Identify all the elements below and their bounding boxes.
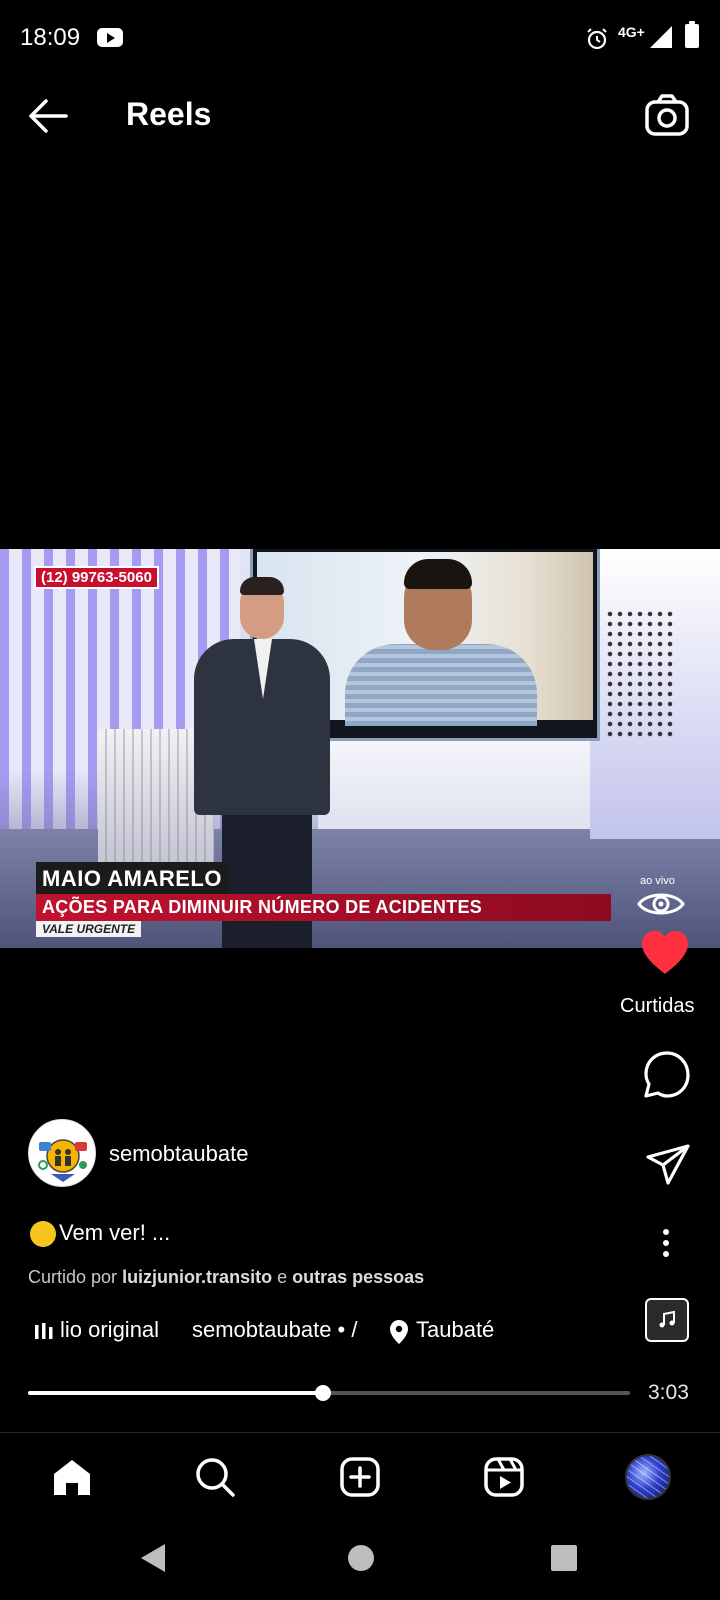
playback-scrubber-handle[interactable] (314, 1385, 331, 1401)
youtube-icon (97, 28, 123, 47)
likes-label[interactable]: Curtidas (620, 995, 694, 1018)
nav-profile[interactable] (624, 1453, 672, 1501)
semob-logo-icon (38, 1139, 87, 1182)
liked-by-user[interactable]: luizjunior.transito (122, 1267, 272, 1287)
network-label: 4G+ (618, 24, 645, 40)
comment-icon[interactable] (642, 1050, 692, 1100)
share-icon[interactable] (645, 1143, 691, 1187)
top-bar: Reels (0, 76, 720, 156)
news-headline: MAIO AMARELO (36, 862, 228, 896)
nav-reels[interactable] (480, 1453, 528, 1501)
author-username[interactable]: semobtaubate (109, 1141, 248, 1167)
liked-by-line[interactable]: Curtido por luizjunior.transito e outras… (28, 1267, 424, 1288)
search-icon (196, 1458, 235, 1497)
reel-video[interactable]: (12) 99763-5060 MAIO AMARELO AÇÕES PARA … (0, 549, 720, 948)
system-back-icon[interactable] (141, 1544, 165, 1572)
nav-create[interactable] (336, 1453, 384, 1501)
author-avatar[interactable] (28, 1119, 96, 1187)
post-caption[interactable]: Vem ver! ... (59, 1220, 170, 1246)
home-icon (54, 1460, 90, 1495)
nav-home[interactable] (48, 1453, 96, 1501)
nav-search[interactable] (191, 1453, 239, 1501)
signal-icon (650, 26, 672, 48)
status-time: 18:09 (20, 24, 81, 51)
guest-body (345, 644, 537, 726)
system-nav-bar (0, 1518, 720, 1600)
guest-hair (404, 559, 472, 589)
news-subline: AÇÕES PARA DIMINUIR NÚMERO DE ACIDENTES (36, 894, 611, 921)
audio-artist[interactable]: semobtaubate • / (192, 1317, 357, 1343)
liked-by-others[interactable]: outras pessoas (292, 1267, 424, 1287)
page-title: Reels (126, 96, 212, 132)
more-options-icon[interactable] (660, 1228, 672, 1258)
alarm-icon (587, 28, 607, 50)
music-note-icon (659, 1310, 675, 1328)
audio-bars-icon (35, 1323, 53, 1339)
liked-by-prefix: Curtido por (28, 1267, 118, 1287)
bottom-nav (0, 1432, 720, 1518)
dot-panel (605, 609, 675, 739)
back-arrow-icon[interactable] (26, 96, 70, 136)
reels-icon (484, 1457, 524, 1497)
broadcaster-eye-icon (637, 893, 685, 915)
host-legs (222, 811, 312, 948)
yellow-circle-emoji (30, 1221, 56, 1247)
live-label: ao vivo (640, 875, 675, 887)
battery-icon (685, 21, 699, 48)
profile-avatar (625, 1454, 671, 1500)
host-hair (240, 577, 284, 595)
heart-icon[interactable] (640, 930, 690, 976)
location-pin-icon (390, 1320, 408, 1344)
post-location[interactable]: Taubaté (416, 1317, 494, 1343)
playback-duration: 3:03 (648, 1381, 689, 1404)
system-home-icon[interactable] (348, 1545, 374, 1571)
system-recents-icon[interactable] (551, 1545, 577, 1571)
audio-thumbnail[interactable] (645, 1298, 689, 1342)
create-icon (340, 1457, 380, 1497)
camera-icon[interactable] (644, 92, 690, 138)
liked-by-conj: e (277, 1267, 288, 1287)
playback-progress-bar[interactable] (28, 1385, 630, 1401)
program-tag: VALE URGENTE (36, 921, 142, 937)
status-bar: 18:09 4G+ (0, 0, 720, 76)
phone-tag: (12) 99763-5060 (34, 566, 159, 589)
audio-name[interactable]: lio original (60, 1317, 159, 1343)
playback-progress-fill (28, 1391, 323, 1395)
screen-stand (318, 739, 590, 829)
